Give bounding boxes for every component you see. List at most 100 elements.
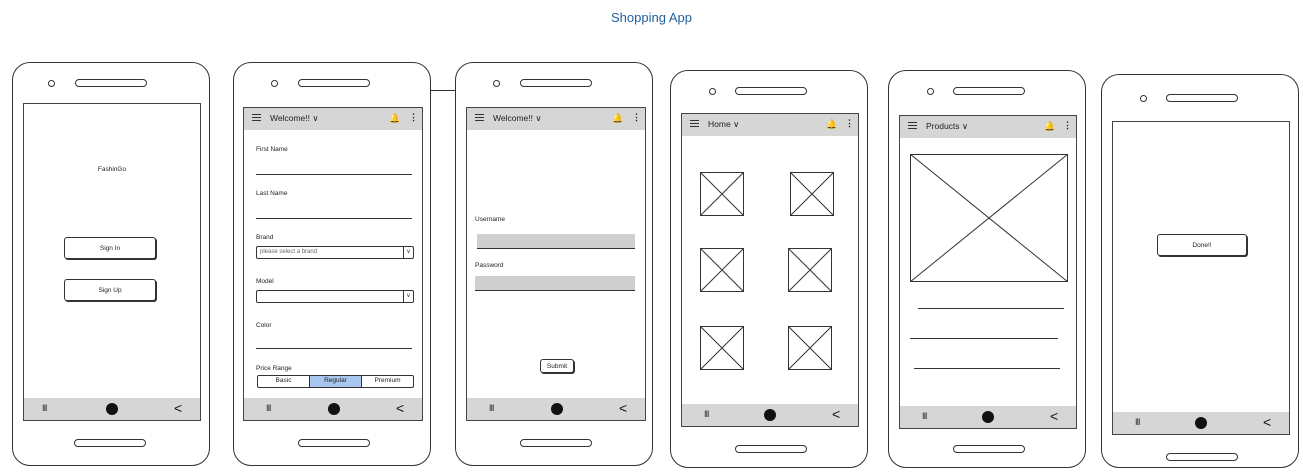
description-line xyxy=(910,338,1058,339)
submit-button[interactable]: Submit xyxy=(540,359,574,373)
brand-label: Brand xyxy=(256,234,274,241)
chevron-down-icon: ∨ xyxy=(403,291,413,302)
camera-icon xyxy=(271,80,278,87)
recents-icon[interactable]: III xyxy=(42,403,47,413)
topbar-title[interactable]: Products ∨ xyxy=(926,121,968,132)
brand-select[interactable]: please select a brand ∨ xyxy=(256,246,414,259)
home-dot-icon[interactable] xyxy=(551,403,563,415)
system-nav-bar: III < xyxy=(682,404,858,426)
last-name-field[interactable] xyxy=(256,202,412,219)
chevron-down-icon: ∨ xyxy=(312,113,319,123)
done-button[interactable]: Done!! xyxy=(1157,234,1247,256)
price-option-regular[interactable]: Regular xyxy=(310,376,362,387)
recents-icon[interactable]: III xyxy=(1135,417,1140,427)
bell-icon[interactable]: 🔔 xyxy=(389,113,400,124)
home-pill-icon xyxy=(298,439,370,447)
kebab-icon[interactable]: ⋮ xyxy=(1063,120,1072,131)
price-option-premium[interactable]: Premium xyxy=(362,376,413,387)
hamburger-icon[interactable] xyxy=(908,122,917,131)
system-nav-bar: III < xyxy=(900,406,1076,428)
first-name-field[interactable] xyxy=(256,158,412,175)
app-top-bar: Products ∨ 🔔 ⋮ xyxy=(900,116,1076,138)
system-nav-bar: III < xyxy=(244,398,422,420)
home-dot-icon[interactable] xyxy=(328,403,340,415)
speaker-icon xyxy=(298,79,370,87)
product-image-placeholder[interactable] xyxy=(788,326,832,370)
description-line xyxy=(914,368,1060,369)
password-field[interactable] xyxy=(475,276,635,291)
home-pill-icon xyxy=(1166,453,1238,461)
kebab-icon[interactable]: ⋮ xyxy=(409,112,418,123)
home-pill-icon xyxy=(520,439,592,447)
camera-icon xyxy=(927,88,934,95)
product-image-placeholder[interactable] xyxy=(700,248,744,292)
screen-login: Welcome!! ∨ 🔔 ⋮ Username Password Submit… xyxy=(466,107,646,421)
hamburger-icon[interactable] xyxy=(252,114,261,123)
phone-frame-6: Done!! III < xyxy=(1101,74,1299,468)
camera-icon xyxy=(1140,95,1147,102)
bell-icon[interactable]: 🔔 xyxy=(826,119,837,130)
home-dot-icon[interactable] xyxy=(106,403,118,415)
color-field[interactable] xyxy=(256,332,412,349)
phone-frame-5: Products ∨ 🔔 ⋮ III < xyxy=(888,70,1086,468)
back-chevron-icon[interactable]: < xyxy=(1263,414,1271,430)
home-dot-icon[interactable] xyxy=(764,409,776,421)
home-dot-icon[interactable] xyxy=(1195,417,1207,429)
price-range-label: Price Range xyxy=(256,365,292,372)
hamburger-icon[interactable] xyxy=(690,120,699,129)
app-top-bar: Home ∨ 🔔 ⋮ xyxy=(682,114,858,136)
product-image-placeholder[interactable] xyxy=(700,172,744,216)
username-field[interactable] xyxy=(477,234,635,249)
app-top-bar: Welcome!! ∨ 🔔 ⋮ xyxy=(244,108,422,130)
speaker-icon xyxy=(735,87,807,95)
topbar-title[interactable]: Home ∨ xyxy=(708,119,739,130)
recents-icon[interactable]: III xyxy=(704,409,709,419)
back-chevron-icon[interactable]: < xyxy=(832,406,840,422)
product-image-placeholder[interactable] xyxy=(788,248,832,292)
kebab-icon[interactable]: ⋮ xyxy=(632,112,641,123)
phone-frame-2: Welcome!! ∨ 🔔 ⋮ First Name Last Name Bra… xyxy=(233,62,431,466)
bell-icon[interactable]: 🔔 xyxy=(1044,121,1055,132)
back-chevron-icon[interactable]: < xyxy=(619,400,627,416)
home-dot-icon[interactable] xyxy=(982,411,994,423)
speaker-icon xyxy=(75,79,147,87)
price-option-basic[interactable]: Basic xyxy=(258,376,310,387)
price-range-segmented-control[interactable]: Basic Regular Premium xyxy=(257,375,414,388)
screen-signin: FashinGo Sign In Sign Up III < xyxy=(23,103,201,421)
model-select[interactable]: ∨ xyxy=(256,290,414,303)
camera-icon xyxy=(709,88,716,95)
recents-icon[interactable]: III xyxy=(922,411,927,421)
chevron-down-icon: ∨ xyxy=(403,247,413,258)
phone-frame-3: Welcome!! ∨ 🔔 ⋮ Username Password Submit… xyxy=(455,62,653,466)
topbar-title[interactable]: Welcome!! ∨ xyxy=(270,113,319,124)
bell-icon[interactable]: 🔔 xyxy=(612,113,623,124)
app-name: FashinGo xyxy=(97,166,127,173)
model-label: Model xyxy=(256,278,274,285)
kebab-icon[interactable]: ⋮ xyxy=(845,118,854,129)
speaker-icon xyxy=(953,87,1025,95)
description-line xyxy=(918,308,1064,309)
system-nav-bar: III < xyxy=(24,398,200,420)
hamburger-icon[interactable] xyxy=(475,114,484,123)
back-chevron-icon[interactable]: < xyxy=(1050,408,1058,424)
sign-in-button[interactable]: Sign In xyxy=(64,237,156,259)
speaker-icon xyxy=(520,79,592,87)
back-chevron-icon[interactable]: < xyxy=(174,400,182,416)
topbar-title[interactable]: Welcome!! ∨ xyxy=(493,113,542,124)
back-chevron-icon[interactable]: < xyxy=(396,400,404,416)
recents-icon[interactable]: III xyxy=(489,403,494,413)
product-image-placeholder[interactable] xyxy=(790,172,834,216)
home-pill-icon xyxy=(74,439,146,447)
recents-icon[interactable]: III xyxy=(266,403,271,413)
camera-icon xyxy=(48,80,55,87)
page-title: Shopping App xyxy=(611,10,692,25)
phone-frame-4: Home ∨ 🔔 ⋮ III < xyxy=(670,70,868,468)
product-image-placeholder[interactable] xyxy=(910,154,1068,282)
product-image-placeholder[interactable] xyxy=(700,326,744,370)
screen-done: Done!! III < xyxy=(1112,121,1290,435)
camera-icon xyxy=(493,80,500,87)
last-name-label: Last Name xyxy=(256,190,288,197)
chevron-down-icon: ∨ xyxy=(961,121,969,131)
sign-up-button[interactable]: Sign Up xyxy=(64,279,156,301)
system-nav-bar: III < xyxy=(467,398,645,420)
